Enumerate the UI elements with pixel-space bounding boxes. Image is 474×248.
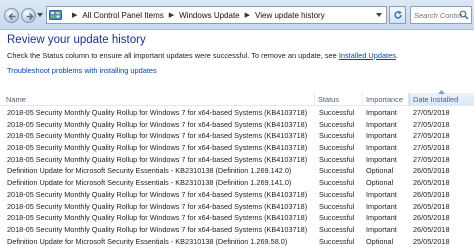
update-name-cell: 2018-05 Security Monthly Quality Rollup … [7, 154, 308, 164]
update-name-cell: Definition Update for Microsoft Security… [7, 236, 288, 246]
table-row[interactable]: Definition Update for Microsoft Security… [0, 177, 474, 189]
importance-cell: Important [366, 143, 397, 153]
status-cell: Successful [319, 201, 355, 211]
date-installed-cell: 27/05/2018 [413, 154, 450, 164]
breadcrumb-view-update-history[interactable]: View update history [255, 11, 325, 20]
forward-arrow-icon [26, 12, 34, 21]
date-installed-cell: 26/05/2018 [413, 213, 450, 223]
update-name-cell: 2018-05 Security Monthly Quality Rollup … [7, 119, 308, 129]
importance-cell: Optional [366, 166, 394, 176]
importance-cell: Important [366, 108, 397, 117]
importance-cell: Important [366, 224, 397, 234]
status-cell: Successful [319, 143, 355, 153]
column-header-date-installed[interactable]: Date Installed [409, 90, 474, 106]
update-name-cell: 2018-05 Security Monthly Quality Rollup … [7, 108, 308, 117]
refresh-icon [394, 10, 402, 19]
date-installed-cell: 26/05/2018 [413, 166, 450, 176]
column-header-name[interactable]: Name [3, 93, 315, 106]
address-bar[interactable]: ▶ All Control Panel Items ▶ Windows Upda… [46, 6, 387, 24]
address-history-chevron-down-icon[interactable] [376, 13, 382, 17]
breadcrumb-all-control-panel-items[interactable]: All Control Panel Items [82, 11, 163, 20]
breadcrumb: ▶ All Control Panel Items ▶ Windows Upda… [67, 7, 325, 23]
installed-updates-link[interactable]: Installed Updates [339, 51, 396, 60]
update-name-cell: 2018-05 Security Monthly Quality Rollup … [7, 201, 308, 211]
breadcrumb-windows-update[interactable]: Windows Update [179, 11, 239, 20]
importance-cell: Optional [366, 236, 394, 246]
update-name-cell: 2018-05 Security Monthly Quality Rollup … [7, 143, 308, 153]
update-list: 2018-05 Security Monthly Quality Rollup … [0, 107, 474, 248]
date-installed-cell: 25/05/2018 [413, 236, 450, 246]
date-installed-cell: 26/05/2018 [413, 224, 450, 234]
sort-arrow-icon [438, 90, 445, 94]
update-name-cell: 2018-05 Security Monthly Quality Rollup … [7, 131, 308, 141]
date-installed-cell: 27/05/2018 [413, 143, 450, 153]
table-row[interactable]: 2018-05 Security Monthly Quality Rollup … [0, 212, 474, 224]
search-input[interactable] [414, 10, 462, 21]
date-installed-cell: 27/05/2018 [413, 119, 450, 129]
troubleshoot-link[interactable]: Troubleshoot problems with installing up… [7, 66, 157, 75]
importance-cell: Important [366, 201, 397, 211]
instructions-suffix: . [395, 51, 398, 60]
back-arrow-icon [8, 12, 16, 21]
table-row[interactable]: 2018-05 Security Monthly Quality Rollup … [0, 107, 474, 119]
status-cell: Successful [319, 119, 355, 129]
status-cell: Successful [319, 166, 355, 176]
date-installed-cell: 26/05/2018 [413, 201, 450, 211]
search-box[interactable] [410, 6, 472, 24]
table-row[interactable]: Definition Update for Microsoft Security… [0, 236, 474, 248]
status-cell: Successful [319, 213, 355, 223]
table-row[interactable]: 2018-05 Security Monthly Quality Rollup … [0, 130, 474, 142]
refresh-button[interactable] [389, 6, 406, 24]
importance-cell: Optional [366, 178, 394, 188]
search-icon[interactable] [459, 10, 469, 20]
column-header-importance[interactable]: Importance [363, 93, 409, 106]
instructions-prefix: Check the Status column to ensure all im… [7, 51, 339, 60]
table-row[interactable]: 2018-05 Security Monthly Quality Rollup … [0, 189, 474, 201]
back-button[interactable] [4, 8, 19, 23]
table-row[interactable]: Definition Update for Microsoft Security… [0, 165, 474, 177]
importance-cell: Important [366, 131, 397, 141]
status-cell: Successful [319, 131, 355, 141]
recent-pages-chevron-down-icon[interactable] [37, 13, 43, 17]
importance-cell: Important [366, 189, 397, 199]
table-row[interactable]: 2018-05 Security Monthly Quality Rollup … [0, 201, 474, 213]
status-cell: Successful [319, 224, 355, 234]
update-name-cell: Definition Update for Microsoft Security… [7, 178, 292, 188]
control-panel-icon [49, 10, 62, 20]
update-name-cell: 2018-05 Security Monthly Quality Rollup … [7, 213, 308, 223]
status-cell: Successful [319, 189, 355, 199]
date-installed-cell: 26/05/2018 [413, 178, 450, 188]
page-title: Review your update history [7, 34, 146, 46]
date-installed-cell: 27/05/2018 [413, 108, 450, 117]
importance-cell: Important [366, 119, 397, 129]
status-cell: Successful [319, 178, 355, 188]
breadcrumb-separator[interactable]: ▶ [245, 11, 250, 19]
importance-cell: Important [366, 154, 397, 164]
column-header-status[interactable]: Status [315, 93, 363, 106]
instructions-text: Check the Status column to ensure all im… [7, 51, 398, 60]
table-row[interactable]: 2018-05 Security Monthly Quality Rollup … [0, 142, 474, 154]
status-cell: Successful [319, 154, 355, 164]
forward-button[interactable] [21, 8, 36, 23]
table-row[interactable]: 2018-05 Security Monthly Quality Rollup … [0, 119, 474, 131]
date-installed-cell: 26/05/2018 [413, 189, 450, 199]
table-row[interactable]: 2018-05 Security Monthly Quality Rollup … [0, 154, 474, 166]
table-row[interactable]: 2018-05 Security Monthly Quality Rollup … [0, 224, 474, 236]
update-name-cell: 2018-05 Security Monthly Quality Rollup … [7, 224, 308, 234]
breadcrumb-separator[interactable]: ▶ [169, 11, 174, 19]
update-list-header: Name Status Importance Date Installed [0, 90, 474, 106]
status-cell: Successful [319, 236, 355, 246]
breadcrumb-separator: ▶ [72, 12, 78, 19]
update-name-cell: Definition Update for Microsoft Security… [7, 166, 292, 176]
status-cell: Successful [319, 108, 355, 117]
column-header-date-label: Date Installed [413, 95, 459, 104]
date-installed-cell: 27/05/2018 [413, 131, 450, 141]
importance-cell: Important [366, 213, 397, 223]
address-toolbar: ▶ All Control Panel Items ▶ Windows Upda… [0, 0, 474, 30]
update-name-cell: 2018-05 Security Monthly Quality Rollup … [7, 189, 308, 199]
